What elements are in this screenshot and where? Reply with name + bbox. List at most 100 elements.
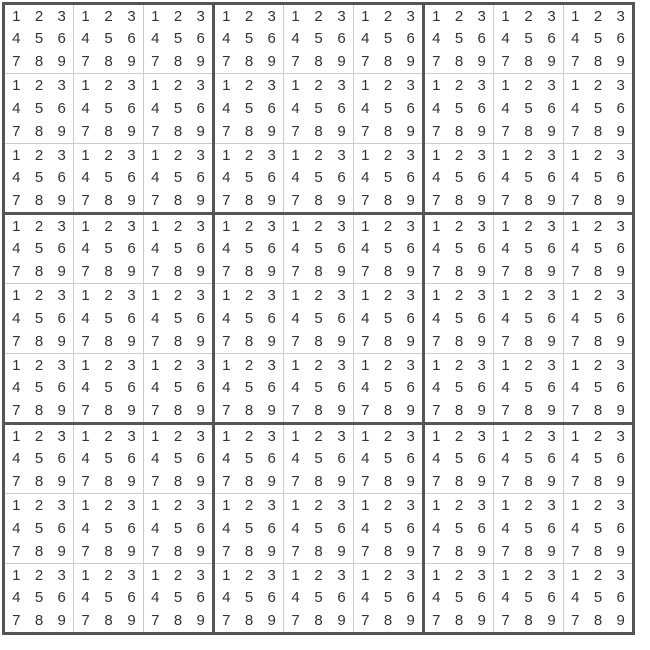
candidate-6[interactable]: 6 xyxy=(120,587,143,610)
candidate-1[interactable]: 1 xyxy=(354,564,377,587)
candidate-9[interactable]: 9 xyxy=(399,540,422,563)
candidate-4[interactable]: 4 xyxy=(284,97,307,120)
candidate-5[interactable]: 5 xyxy=(448,377,471,400)
candidate-1[interactable]: 1 xyxy=(144,425,167,448)
candidate-8[interactable]: 8 xyxy=(167,189,190,212)
candidate-9[interactable]: 9 xyxy=(540,50,563,73)
candidate-2[interactable]: 2 xyxy=(97,354,120,377)
candidate-3[interactable]: 3 xyxy=(609,284,632,307)
candidate-7[interactable]: 7 xyxy=(5,120,28,143)
candidate-5[interactable]: 5 xyxy=(587,28,610,51)
candidate-7[interactable]: 7 xyxy=(284,330,307,353)
candidate-9[interactable]: 9 xyxy=(50,260,73,283)
candidate-4[interactable]: 4 xyxy=(354,377,377,400)
candidate-1[interactable]: 1 xyxy=(425,5,448,28)
candidate-3[interactable]: 3 xyxy=(120,564,143,587)
candidate-2[interactable]: 2 xyxy=(238,144,261,167)
cell-r4-c6[interactable]: 123456789 xyxy=(424,284,494,354)
candidate-8[interactable]: 8 xyxy=(377,50,400,73)
candidate-8[interactable]: 8 xyxy=(448,189,471,212)
candidate-4[interactable]: 4 xyxy=(144,167,167,190)
candidate-9[interactable]: 9 xyxy=(609,50,632,73)
candidate-3[interactable]: 3 xyxy=(120,215,143,238)
candidate-6[interactable]: 6 xyxy=(189,28,212,51)
candidate-9[interactable]: 9 xyxy=(609,189,632,212)
candidate-3[interactable]: 3 xyxy=(609,144,632,167)
candidate-1[interactable]: 1 xyxy=(74,425,97,448)
candidate-1[interactable]: 1 xyxy=(144,5,167,28)
cell-r0-c4[interactable]: 123456789 xyxy=(284,4,354,74)
candidate-6[interactable]: 6 xyxy=(609,377,632,400)
candidate-6[interactable]: 6 xyxy=(50,97,73,120)
candidate-8[interactable]: 8 xyxy=(97,470,120,493)
candidate-8[interactable]: 8 xyxy=(238,399,261,422)
candidate-9[interactable]: 9 xyxy=(260,609,283,632)
candidate-7[interactable]: 7 xyxy=(215,330,238,353)
candidate-4[interactable]: 4 xyxy=(494,307,517,330)
cell-r3-c6[interactable]: 123456789 xyxy=(424,214,494,284)
candidate-6[interactable]: 6 xyxy=(189,377,212,400)
candidate-6[interactable]: 6 xyxy=(399,377,422,400)
candidate-5[interactable]: 5 xyxy=(238,377,261,400)
candidate-3[interactable]: 3 xyxy=(330,354,353,377)
cell-r6-c1[interactable]: 123456789 xyxy=(74,424,144,494)
candidate-4[interactable]: 4 xyxy=(284,238,307,261)
candidate-3[interactable]: 3 xyxy=(189,74,212,97)
candidate-3[interactable]: 3 xyxy=(189,354,212,377)
candidate-9[interactable]: 9 xyxy=(260,470,283,493)
candidate-9[interactable]: 9 xyxy=(330,470,353,493)
candidate-2[interactable]: 2 xyxy=(377,74,400,97)
candidate-7[interactable]: 7 xyxy=(215,470,238,493)
candidate-9[interactable]: 9 xyxy=(50,50,73,73)
candidate-6[interactable]: 6 xyxy=(50,377,73,400)
candidate-6[interactable]: 6 xyxy=(260,517,283,540)
candidate-1[interactable]: 1 xyxy=(564,74,587,97)
candidate-8[interactable]: 8 xyxy=(238,120,261,143)
candidate-9[interactable]: 9 xyxy=(50,470,73,493)
candidate-8[interactable]: 8 xyxy=(167,120,190,143)
candidate-2[interactable]: 2 xyxy=(377,354,400,377)
candidate-2[interactable]: 2 xyxy=(28,284,51,307)
candidate-7[interactable]: 7 xyxy=(284,540,307,563)
candidate-7[interactable]: 7 xyxy=(215,189,238,212)
candidate-9[interactable]: 9 xyxy=(609,260,632,283)
candidate-7[interactable]: 7 xyxy=(564,609,587,632)
candidate-9[interactable]: 9 xyxy=(399,330,422,353)
candidate-4[interactable]: 4 xyxy=(425,448,448,471)
candidate-8[interactable]: 8 xyxy=(448,50,471,73)
candidate-3[interactable]: 3 xyxy=(260,215,283,238)
candidate-7[interactable]: 7 xyxy=(144,50,167,73)
candidate-3[interactable]: 3 xyxy=(50,425,73,448)
candidate-1[interactable]: 1 xyxy=(215,215,238,238)
candidate-2[interactable]: 2 xyxy=(28,215,51,238)
candidate-4[interactable]: 4 xyxy=(354,448,377,471)
candidate-7[interactable]: 7 xyxy=(425,50,448,73)
candidate-8[interactable]: 8 xyxy=(238,540,261,563)
candidate-8[interactable]: 8 xyxy=(587,120,610,143)
candidate-7[interactable]: 7 xyxy=(144,330,167,353)
candidate-2[interactable]: 2 xyxy=(307,564,330,587)
candidate-8[interactable]: 8 xyxy=(97,609,120,632)
candidate-5[interactable]: 5 xyxy=(97,587,120,610)
candidate-3[interactable]: 3 xyxy=(609,425,632,448)
candidate-5[interactable]: 5 xyxy=(97,238,120,261)
candidate-3[interactable]: 3 xyxy=(189,494,212,517)
candidate-4[interactable]: 4 xyxy=(354,517,377,540)
candidate-8[interactable]: 8 xyxy=(28,609,51,632)
candidate-3[interactable]: 3 xyxy=(50,5,73,28)
candidate-1[interactable]: 1 xyxy=(5,5,28,28)
candidate-7[interactable]: 7 xyxy=(284,470,307,493)
candidate-1[interactable]: 1 xyxy=(74,494,97,517)
candidate-5[interactable]: 5 xyxy=(377,307,400,330)
candidate-8[interactable]: 8 xyxy=(167,50,190,73)
candidate-4[interactable]: 4 xyxy=(74,377,97,400)
candidate-8[interactable]: 8 xyxy=(587,330,610,353)
candidate-7[interactable]: 7 xyxy=(354,470,377,493)
candidate-6[interactable]: 6 xyxy=(399,28,422,51)
candidate-5[interactable]: 5 xyxy=(517,238,540,261)
candidate-9[interactable]: 9 xyxy=(399,260,422,283)
candidate-2[interactable]: 2 xyxy=(238,215,261,238)
candidate-4[interactable]: 4 xyxy=(494,28,517,51)
candidate-4[interactable]: 4 xyxy=(5,97,28,120)
candidate-8[interactable]: 8 xyxy=(517,330,540,353)
